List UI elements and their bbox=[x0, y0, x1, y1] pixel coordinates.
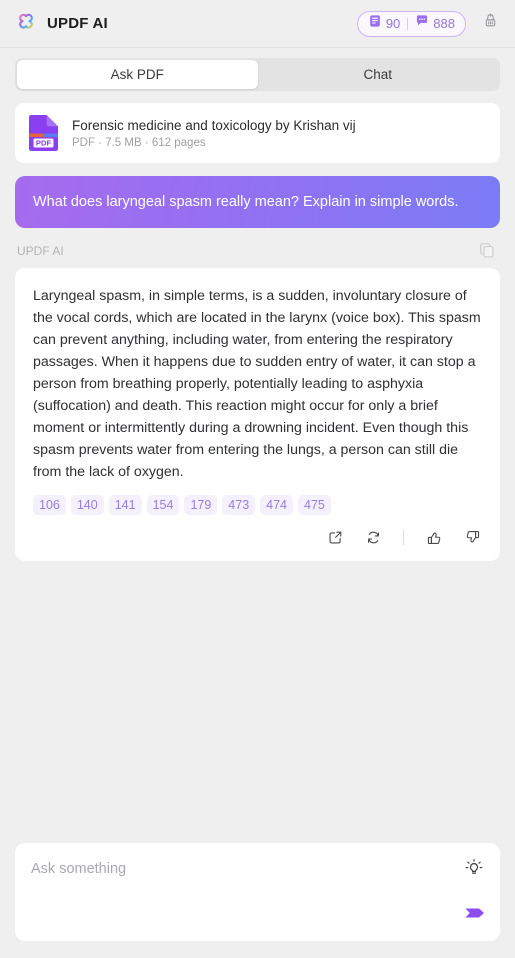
document-credit-count: 90 bbox=[385, 16, 401, 31]
file-meta: Forensic medicine and toxicology by Kris… bbox=[72, 118, 356, 149]
pill-divider bbox=[407, 17, 409, 30]
composer-container bbox=[0, 843, 515, 958]
citation-chip[interactable]: 140 bbox=[70, 495, 104, 516]
tab-chat[interactable]: Chat bbox=[258, 60, 499, 89]
lightbulb-icon[interactable] bbox=[463, 857, 485, 879]
svg-text:PDF: PDF bbox=[36, 138, 52, 147]
citation-chip[interactable]: 106 bbox=[33, 495, 66, 516]
assistant-name-label: UPDF AI bbox=[17, 244, 64, 259]
citation-chip[interactable]: 141 bbox=[108, 495, 142, 516]
citation-chip[interactable]: 473 bbox=[222, 495, 256, 516]
answer-action-bar bbox=[33, 527, 482, 549]
tab-ask-pdf-label: Ask PDF bbox=[110, 67, 164, 82]
copy-button[interactable] bbox=[478, 241, 498, 261]
assistant-answer-card: Laryngeal spasm, in simple terms, is a s… bbox=[15, 268, 500, 562]
thumbs-down-icon[interactable] bbox=[462, 527, 482, 547]
credits-pill[interactable]: 90 888 bbox=[356, 10, 466, 37]
file-name: Forensic medicine and toxicology by Kris… bbox=[72, 117, 356, 133]
assistant-answer-text: Laryngeal spasm, in simple terms, is a s… bbox=[33, 288, 481, 481]
tab-bar: Ask PDF Chat bbox=[15, 58, 500, 91]
ask-something-input[interactable] bbox=[31, 861, 450, 877]
tab-ask-pdf[interactable]: Ask PDF bbox=[17, 60, 258, 89]
updf-clover-logo-icon bbox=[14, 12, 38, 36]
chat-credit-count: 888 bbox=[433, 16, 455, 31]
regenerate-icon[interactable] bbox=[363, 527, 383, 547]
updf-ai-panel: UPDF AI 90 888 Ask PDF Chat PDF Forensic… bbox=[0, 0, 515, 958]
assistant-header: UPDF AI bbox=[17, 241, 498, 261]
citation-chip[interactable]: 154 bbox=[146, 495, 180, 516]
clear-chat-button[interactable] bbox=[477, 11, 503, 37]
document-credits: 90 bbox=[368, 14, 400, 33]
conversation-area: PDF Forensic medicine and toxicology by … bbox=[0, 91, 515, 843]
external-link-icon[interactable] bbox=[325, 527, 345, 547]
chat-bubble-icon bbox=[415, 14, 429, 33]
citation-chip[interactable]: 179 bbox=[184, 495, 218, 516]
pdf-file-icon: PDF bbox=[27, 114, 60, 152]
citation-chip[interactable]: 474 bbox=[260, 495, 294, 516]
app-header: UPDF AI 90 888 bbox=[0, 0, 515, 48]
action-divider bbox=[403, 529, 404, 545]
send-button[interactable] bbox=[462, 901, 486, 925]
thumbs-up-icon[interactable] bbox=[424, 527, 444, 547]
tab-bar-container: Ask PDF Chat bbox=[0, 48, 515, 91]
file-details: PDF · 7.5 MB · 612 pages bbox=[72, 136, 206, 149]
document-icon bbox=[368, 14, 382, 33]
tab-chat-label: Chat bbox=[363, 67, 393, 82]
user-message-bubble: What does laryngeal spasm really mean? E… bbox=[15, 176, 500, 229]
app-title: UPDF AI bbox=[47, 15, 108, 32]
citation-chip[interactable]: 475 bbox=[298, 495, 331, 516]
attached-file-card[interactable]: PDF Forensic medicine and toxicology by … bbox=[15, 103, 500, 163]
citation-chip-list: 106 140 141 154 179 473 474 475 bbox=[33, 495, 482, 516]
chat-credits: 888 bbox=[415, 14, 455, 33]
brush-clear-icon bbox=[481, 12, 500, 36]
composer[interactable] bbox=[15, 843, 500, 941]
